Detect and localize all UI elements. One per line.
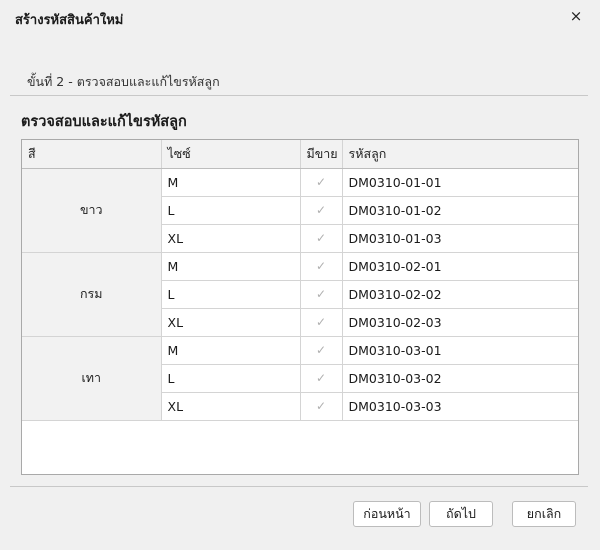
column-header-child-code[interactable]: รหัสลูก xyxy=(342,140,578,169)
header-divider xyxy=(10,95,588,96)
child-code-cell[interactable]: DM0310-02-03 xyxy=(342,308,578,337)
child-code-cell[interactable]: DM0310-01-03 xyxy=(342,224,578,253)
available-checkmark-icon[interactable]: ✓ xyxy=(300,168,343,197)
table-row[interactable]: เทา M ✓ DM0310-03-01 xyxy=(22,336,578,421)
size-cell: L xyxy=(161,280,301,309)
child-code-cell[interactable]: DM0310-03-02 xyxy=(342,364,578,393)
color-cell: ขาว xyxy=(22,168,162,253)
column-header-size[interactable]: ไซซ์ xyxy=(161,140,301,169)
size-cell: L xyxy=(161,196,301,225)
title-bar: สร้างรหัสสินค้าใหม่ × xyxy=(0,0,600,34)
column-header-color[interactable]: สี xyxy=(22,140,162,169)
available-checkmark-icon[interactable]: ✓ xyxy=(300,224,343,253)
available-checkmark-icon[interactable]: ✓ xyxy=(300,308,343,337)
child-code-cell[interactable]: DM0310-01-01 xyxy=(342,168,578,197)
child-code-cell[interactable]: DM0310-02-01 xyxy=(342,252,578,281)
size-cell: M xyxy=(161,168,301,197)
table-header-row: สี ไซซ์ มีขาย รหัสลูก xyxy=(22,140,578,169)
color-cell: กรม xyxy=(22,252,162,337)
section-title: ตรวจสอบและแก้ไขรหัสลูก xyxy=(21,114,187,130)
footer-divider xyxy=(10,486,588,487)
create-product-code-dialog: สร้างรหัสสินค้าใหม่ × ขั้นที่ 2 - ตรวจสอ… xyxy=(0,0,600,550)
available-checkmark-icon[interactable]: ✓ xyxy=(300,336,343,365)
color-cell: เทา xyxy=(22,336,162,421)
available-checkmark-icon[interactable]: ✓ xyxy=(300,392,343,421)
size-cell: XL xyxy=(161,224,301,253)
table-row[interactable]: กรม M ✓ DM0310-02-01 xyxy=(22,252,578,337)
dialog-title: สร้างรหัสสินค้าใหม่ xyxy=(15,13,124,28)
available-checkmark-icon[interactable]: ✓ xyxy=(300,196,343,225)
column-header-available[interactable]: มีขาย xyxy=(300,140,343,169)
child-code-cell[interactable]: DM0310-01-02 xyxy=(342,196,578,225)
size-cell: XL xyxy=(161,392,301,421)
available-checkmark-icon[interactable]: ✓ xyxy=(300,364,343,393)
available-checkmark-icon[interactable]: ✓ xyxy=(300,252,343,281)
table-row[interactable]: ขาว M ✓ DM0310-01-01 xyxy=(22,168,578,253)
size-cell: M xyxy=(161,336,301,365)
available-checkmark-icon[interactable]: ✓ xyxy=(300,280,343,309)
size-cell: M xyxy=(161,252,301,281)
size-cell: XL xyxy=(161,308,301,337)
next-button[interactable]: ถัดไป xyxy=(429,501,493,527)
child-code-cell[interactable]: DM0310-03-01 xyxy=(342,336,578,365)
back-button[interactable]: ก่อนหน้า xyxy=(353,501,421,527)
variant-code-grid[interactable]: สี ไซซ์ มีขาย รหัสลูก ขาว M ✓ DM0310-01-01 L… xyxy=(21,139,579,475)
close-icon[interactable]: × xyxy=(566,6,586,26)
child-code-cell[interactable]: DM0310-03-03 xyxy=(342,392,578,421)
variant-table: สี ไซซ์ มีขาย รหัสลูก ขาว M ✓ DM0310-01-01 L… xyxy=(22,140,578,421)
cancel-button[interactable]: ยกเลิก xyxy=(512,501,576,527)
child-code-cell[interactable]: DM0310-02-02 xyxy=(342,280,578,309)
step-label: ขั้นที่ 2 - ตรวจสอบและแก้ไขรหัสลูก xyxy=(27,74,220,89)
size-cell: L xyxy=(161,364,301,393)
